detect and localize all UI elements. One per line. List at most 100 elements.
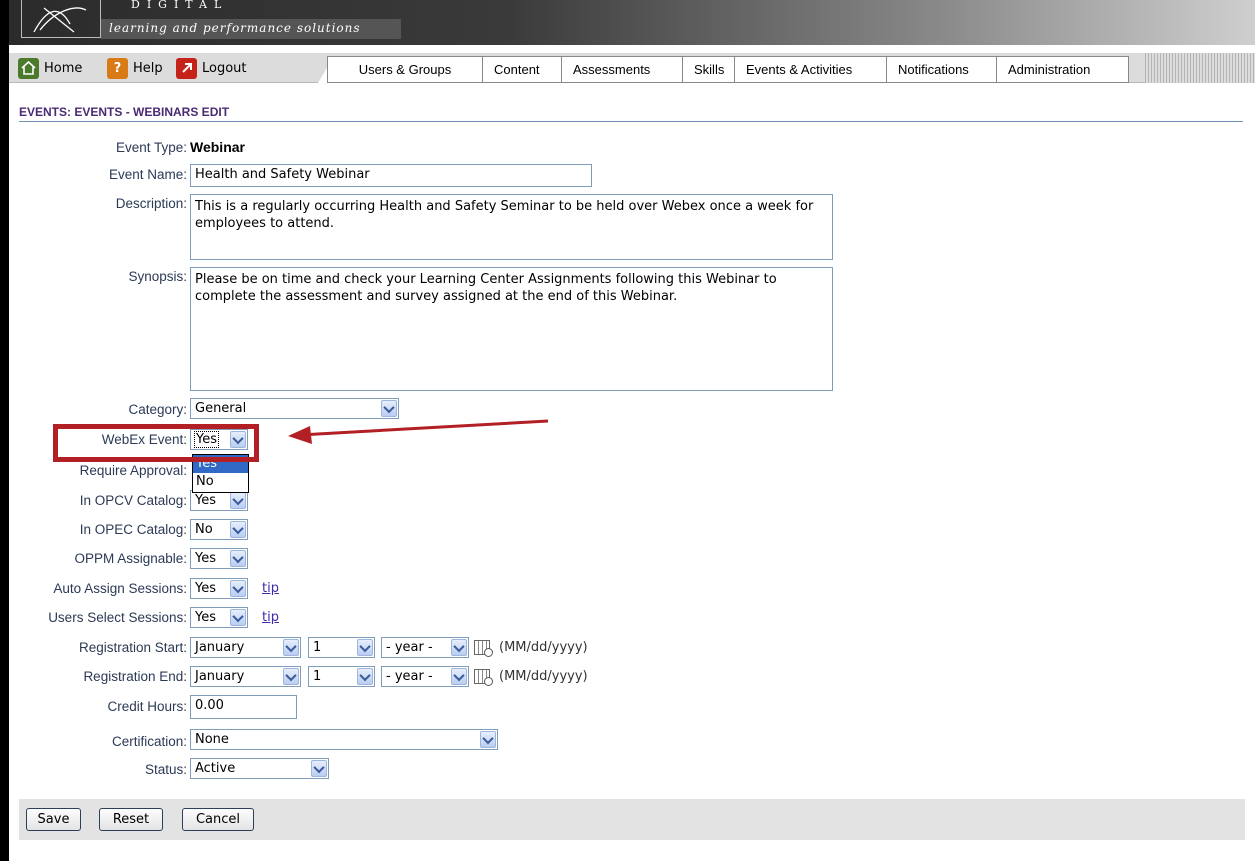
description-field[interactable]: This is a regularly occurring Health and…	[190, 194, 833, 260]
in-opec-select[interactable]: No	[190, 519, 248, 540]
credit-hours-label: Credit Hours:	[107, 699, 187, 714]
event-name-label: Event Name:	[108, 167, 187, 182]
chevron-down-icon	[230, 580, 246, 597]
reg-start-day-select[interactable]: 1	[308, 637, 375, 658]
reg-start-year-select[interactable]: - year -	[381, 637, 469, 658]
category-label: Category:	[128, 402, 187, 417]
certification-value: None	[195, 732, 229, 747]
home-icon	[18, 57, 39, 79]
synopsis-label: Synopsis:	[128, 269, 187, 284]
certification-select[interactable]: None	[190, 729, 498, 750]
reg-end-month-value: January	[195, 669, 245, 684]
chevron-down-icon	[357, 668, 373, 685]
logout-icon	[176, 57, 197, 79]
in-opcv-select[interactable]: Yes	[190, 490, 248, 511]
reg-end-calendar-icon[interactable]	[474, 669, 493, 686]
logout-link[interactable]: Logout	[176, 57, 247, 79]
status-select[interactable]: Active	[190, 758, 329, 779]
status-label: Status:	[144, 762, 187, 777]
chevron-down-icon	[451, 639, 467, 656]
in-opcv-value: Yes	[195, 493, 216, 508]
require-approval-label: Require Approval:	[79, 463, 187, 478]
chevron-down-icon	[381, 400, 397, 417]
chevron-down-icon	[451, 668, 467, 685]
app-header: DIGITAL learning and performance solutio…	[9, 0, 1255, 45]
tab-administration[interactable]: Administration	[996, 56, 1129, 83]
chevron-down-icon	[283, 668, 299, 685]
reg-start-format-hint: (MM/dd/yyyy)	[499, 640, 588, 655]
auto-assign-label: Auto Assign Sessions:	[53, 581, 187, 596]
brand-name: DIGITAL	[131, 0, 229, 11]
chevron-down-icon	[311, 760, 327, 777]
auto-assign-tip-link[interactable]: tip	[262, 581, 279, 596]
certification-label: Certification:	[111, 734, 187, 749]
chevron-down-icon	[230, 550, 246, 567]
reg-end-year-value: - year -	[386, 669, 433, 684]
auto-assign-value: Yes	[195, 581, 216, 596]
reg-end-day-value: 1	[313, 669, 322, 684]
users-select-value: Yes	[195, 610, 216, 625]
reg-start-label: Registration Start:	[78, 640, 187, 655]
chevron-down-icon	[283, 639, 299, 656]
reg-start-day-value: 1	[313, 640, 322, 655]
reg-end-year-select[interactable]: - year -	[381, 666, 469, 687]
credit-hours-field[interactable]: 0.00	[190, 695, 297, 719]
reg-start-month-value: January	[195, 640, 245, 655]
help-label: Help	[133, 60, 163, 76]
callout-arrow-icon	[288, 419, 549, 444]
tab-notifications[interactable]: Notifications	[886, 56, 996, 83]
callout-highlight-box	[53, 424, 259, 462]
category-value: General	[195, 401, 247, 416]
tab-events-activities[interactable]: Events & Activities	[734, 56, 886, 83]
form-button-bar: Save Reset Cancel	[19, 799, 1245, 840]
tab-skills[interactable]: Skills	[682, 56, 734, 83]
in-opec-value: No	[195, 522, 213, 537]
help-link[interactable]: ? Help	[107, 57, 163, 79]
logo-swirl-icon	[33, 7, 87, 33]
home-link[interactable]: Home	[18, 57, 82, 79]
event-type-label: Event Type:	[115, 140, 187, 155]
brand-tagline: learning and performance solutions	[101, 19, 401, 39]
tab-assessments[interactable]: Assessments	[561, 56, 682, 83]
oppm-select[interactable]: Yes	[190, 548, 248, 569]
category-select[interactable]: General	[190, 398, 399, 419]
users-select-select[interactable]: Yes	[190, 607, 248, 628]
event-name-field[interactable]: Health and Safety Webinar	[190, 164, 592, 187]
chevron-down-icon	[230, 521, 246, 538]
synopsis-field[interactable]: Please be on time and check your Learnin…	[190, 267, 833, 391]
event-type-value: Webinar	[190, 139, 245, 155]
page-title: EVENTS: EVENTS - WEBINARS EDIT	[19, 105, 230, 119]
window-left-border	[0, 0, 9, 861]
users-select-label: Users Select Sessions:	[48, 610, 187, 625]
reg-end-label: Registration End:	[83, 669, 187, 684]
reset-button[interactable]: Reset	[99, 808, 163, 831]
description-label: Description:	[115, 196, 187, 211]
reg-end-day-select[interactable]: 1	[308, 666, 375, 687]
help-icon: ?	[107, 57, 128, 79]
in-opcv-label: In OPCV Catalog:	[79, 493, 187, 508]
status-value: Active	[195, 761, 236, 776]
chevron-down-icon	[480, 731, 496, 748]
oppm-value: Yes	[195, 551, 216, 566]
cancel-button[interactable]: Cancel	[182, 808, 254, 831]
reg-start-calendar-icon[interactable]	[474, 640, 493, 657]
home-label: Home	[44, 60, 83, 76]
tab-content[interactable]: Content	[482, 56, 561, 83]
chevron-down-icon	[230, 609, 246, 626]
logout-label: Logout	[202, 60, 247, 76]
reg-end-month-select[interactable]: January	[190, 666, 301, 687]
in-opec-label: In OPEC Catalog:	[79, 522, 187, 537]
chevron-down-icon	[230, 492, 246, 509]
chevron-down-icon	[357, 639, 373, 656]
save-button[interactable]: Save	[26, 808, 81, 831]
nav-hatch	[1145, 53, 1255, 83]
reg-end-format-hint: (MM/dd/yyyy)	[499, 669, 588, 684]
reg-start-month-select[interactable]: January	[190, 637, 301, 658]
tab-users-groups[interactable]: Users & Groups	[327, 56, 482, 83]
webex-option-no[interactable]: No	[193, 473, 248, 491]
main-tabs: Users & Groups Content Assessments Skill…	[327, 56, 1129, 83]
auto-assign-select[interactable]: Yes	[190, 578, 248, 599]
users-select-tip-link[interactable]: tip	[262, 610, 279, 625]
title-divider	[19, 121, 1243, 122]
oppm-label: OPPM Assignable:	[74, 551, 187, 566]
